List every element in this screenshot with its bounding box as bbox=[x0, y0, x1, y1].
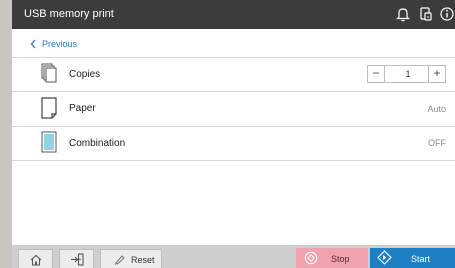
login-icon bbox=[71, 253, 84, 266]
stop-button[interactable]: Stop bbox=[296, 248, 368, 268]
combination-icon bbox=[41, 131, 57, 153]
device-icon bbox=[420, 7, 432, 21]
setting-row-paper[interactable]: Paper Auto bbox=[12, 92, 455, 127]
setting-row-combination[interactable]: Combination OFF bbox=[12, 126, 455, 161]
home-icon bbox=[30, 254, 42, 266]
bell-icon bbox=[396, 8, 410, 22]
reset-icon bbox=[114, 255, 125, 265]
reset-button[interactable]: Reset bbox=[100, 249, 162, 268]
device-button[interactable] bbox=[417, 5, 435, 23]
stop-icon bbox=[304, 251, 318, 265]
copies-decrement-button[interactable]: − bbox=[367, 65, 384, 83]
screen: USB memory print Previous Copies − 1 + P… bbox=[12, 0, 455, 268]
footer-bar: Reset Stop Start bbox=[12, 245, 455, 268]
previous-button[interactable]: Previous bbox=[30, 37, 77, 51]
device-frame bbox=[0, 0, 12, 268]
combination-label: Combination bbox=[69, 138, 126, 149]
setting-row-copies[interactable]: Copies − 1 + bbox=[12, 57, 455, 92]
previous-label: Previous bbox=[42, 39, 78, 49]
stop-label: Stop bbox=[331, 254, 350, 264]
copies-quantity-field[interactable]: 1 bbox=[384, 65, 432, 83]
paper-value: Auto bbox=[427, 104, 446, 114]
login-button[interactable] bbox=[59, 249, 94, 268]
info-icon bbox=[440, 7, 454, 21]
bell-button[interactable] bbox=[394, 5, 412, 23]
previous-bar: Previous bbox=[12, 29, 455, 58]
chevron-left-icon bbox=[30, 39, 36, 49]
start-button[interactable]: Start bbox=[370, 248, 455, 268]
combination-value: OFF bbox=[428, 138, 446, 148]
info-button[interactable] bbox=[438, 5, 455, 23]
window-title: USB memory print bbox=[24, 8, 114, 20]
paper-label: Paper bbox=[69, 103, 96, 114]
copies-increment-button[interactable]: + bbox=[428, 65, 446, 83]
copies-icon bbox=[41, 63, 57, 83]
reset-label: Reset bbox=[131, 255, 155, 265]
start-label: Start bbox=[411, 254, 431, 264]
start-icon bbox=[377, 250, 392, 265]
home-button[interactable] bbox=[18, 249, 53, 268]
title-bar: USB memory print bbox=[12, 0, 455, 29]
copies-label: Copies bbox=[69, 69, 101, 80]
paper-icon bbox=[41, 97, 57, 119]
